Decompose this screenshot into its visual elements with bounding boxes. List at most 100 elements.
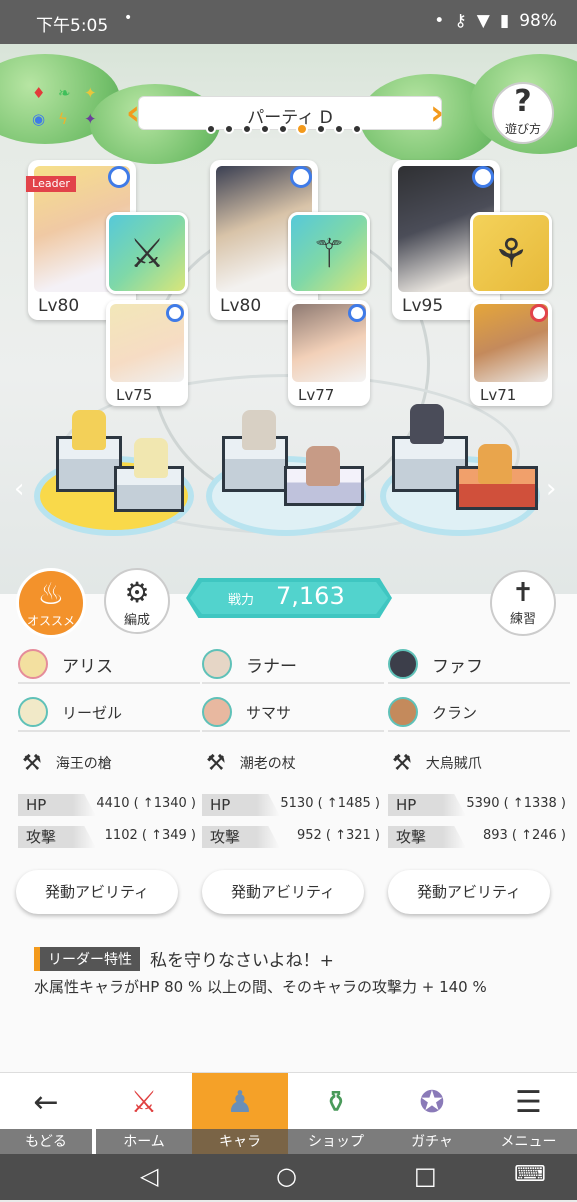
weapon-row[interactable]: ⚒ 海王の槍 xyxy=(18,742,200,784)
character-sprite xyxy=(478,444,512,484)
water-badge-icon xyxy=(108,166,130,188)
atk-label: 攻撃 xyxy=(388,826,466,848)
weapon-slot-2[interactable]: ⚚ xyxy=(288,212,370,294)
page-dot[interactable] xyxy=(334,124,344,134)
ability-button-3[interactable]: 発動アビリティ xyxy=(388,870,550,914)
page-dot[interactable] xyxy=(206,124,216,134)
main-name: ラナー xyxy=(246,656,297,677)
weapon-row[interactable]: ⚒ 潮老の杖 xyxy=(202,742,384,784)
sub-name: サマサ xyxy=(246,703,292,722)
character-sprite xyxy=(72,410,106,450)
battery-icon: ▮ xyxy=(499,11,510,31)
sub-character-card-3[interactable]: Lv71 xyxy=(470,300,552,406)
atk-stat: 攻撃 893 ( ↑246 ) xyxy=(388,826,570,848)
avatar xyxy=(388,649,418,679)
atk-stat: 攻撃 952 ( ↑321 ) xyxy=(202,826,384,848)
sub-name-row[interactable]: リーゼル xyxy=(18,694,200,732)
main-name-row[interactable]: アリス xyxy=(18,646,200,684)
recommend-label: オススメ xyxy=(26,614,75,628)
question-icon: ? xyxy=(514,84,532,119)
leader-skill-name: 私を守りなさいよね！+ xyxy=(150,951,334,971)
character-sprite xyxy=(134,438,168,478)
sub-name-row[interactable]: クラン xyxy=(388,694,570,732)
sub-name: リーゼル xyxy=(62,703,123,722)
page-dot[interactable] xyxy=(278,124,288,134)
power-display: 戦力 7,163 xyxy=(186,578,392,618)
wind-element-icon: ❧ xyxy=(58,84,71,102)
weapon-name: 海王の槍 xyxy=(55,756,112,772)
page-dot[interactable] xyxy=(242,124,252,134)
practice-button[interactable]: ✝ 練習 xyxy=(490,570,556,636)
light-element-icon: ✦ xyxy=(84,84,97,102)
water-element-icon: ◉ xyxy=(32,110,46,128)
fire-badge-icon xyxy=(530,304,548,322)
ability-button-1[interactable]: 発動アビリティ xyxy=(16,870,178,914)
leader-skill: リーダー特性 私を守りなさいよね！+ xyxy=(34,946,334,971)
dark-element-icon: ✦ xyxy=(84,110,97,128)
menu-icon: ☰ xyxy=(515,1085,542,1120)
water-badge-icon xyxy=(472,166,494,188)
recommend-icon: ♨ xyxy=(37,577,65,612)
key-icon: ⚷ xyxy=(454,11,467,31)
scroll-left-icon[interactable]: ‹ xyxy=(14,474,24,504)
avatar xyxy=(202,649,232,679)
system-home-icon[interactable]: ○ xyxy=(276,1162,297,1190)
formation-button[interactable]: ⚙ 編成 xyxy=(104,568,170,634)
weapon-icon: ⚒ xyxy=(206,750,226,776)
hp-stat: HP 5130 ( ↑1485 ) xyxy=(202,794,384,816)
weapon-icon: ⚒ xyxy=(22,750,42,776)
leader-tag: Leader xyxy=(26,176,76,192)
atk-value: 893 ( ↑246 ) xyxy=(482,828,566,843)
main-name-row[interactable]: ファフ xyxy=(388,646,570,684)
character-column-1: アリス リーゼル ⚒ 海王の槍 HP 4410 ( ↑1340 ) 攻撃 1102 (… xyxy=(18,646,200,848)
main-name-row[interactable]: ラナー xyxy=(202,646,384,684)
power-value: 7,163 xyxy=(276,582,345,610)
hp-stat: HP 5390 ( ↑1338 ) xyxy=(388,794,570,816)
spear-icon: ⚔ xyxy=(129,231,165,277)
claw-icon: ⚘ xyxy=(493,231,529,277)
page-dot[interactable] xyxy=(352,124,362,134)
weapon-slot-1[interactable]: ⚔ xyxy=(106,212,188,294)
page-dot[interactable] xyxy=(260,124,270,134)
help-button[interactable]: ? 遊び方 xyxy=(492,82,554,144)
avatar xyxy=(18,649,48,679)
water-badge-icon xyxy=(166,304,184,322)
back-arrow-icon: ← xyxy=(33,1085,59,1120)
atk-stat: 攻撃 1102 ( ↑349 ) xyxy=(18,826,200,848)
leader-skill-description: 水属性キャラがHP 80 % 以上の間、そのキャラの攻撃力 + 140 % xyxy=(34,978,487,996)
hp-label: HP xyxy=(388,794,466,816)
character-sprite xyxy=(242,410,276,450)
practice-label: 練習 xyxy=(509,612,536,627)
element-icons[interactable]: ♦ ❧ ✦ ◉ ϟ ✦ xyxy=(28,82,106,136)
sub-name-row[interactable]: サマサ xyxy=(202,694,384,732)
sub-level: Lv77 xyxy=(298,386,335,404)
avatar xyxy=(18,697,48,727)
weapon-slot-3[interactable]: ⚘ xyxy=(470,212,552,294)
character-sprite xyxy=(410,404,444,444)
gamepad-icon[interactable]: ⌨ xyxy=(514,1162,546,1187)
atk-label: 攻撃 xyxy=(18,826,96,848)
page-dot-active[interactable] xyxy=(296,123,308,135)
scroll-right-icon[interactable]: › xyxy=(546,474,556,504)
page-dot[interactable] xyxy=(316,124,326,134)
status-bar: 下午5:05 • • ⚷ ▼ ▮ 98% xyxy=(0,0,577,44)
hp-stat: HP 4410 ( ↑1340 ) xyxy=(18,794,200,816)
main-name: アリス xyxy=(62,656,113,677)
formation-label: 編成 xyxy=(123,613,150,628)
hp-label: HP xyxy=(202,794,280,816)
system-back-icon[interactable]: ◁ xyxy=(140,1162,158,1190)
recommend-button[interactable]: ♨ オススメ xyxy=(16,568,86,638)
ability-button-2[interactable]: 発動アビリティ xyxy=(202,870,364,914)
sub-character-card-1[interactable]: Lv75 xyxy=(106,300,188,406)
next-party-button[interactable]: › xyxy=(430,94,448,132)
shop-icon: ⚱ xyxy=(323,1085,349,1120)
page-dot[interactable] xyxy=(224,124,234,134)
atk-value: 1102 ( ↑349 ) xyxy=(104,828,196,843)
sub-level: Lv71 xyxy=(480,386,517,404)
avatar xyxy=(388,697,418,727)
system-recents-icon[interactable]: □ xyxy=(414,1162,437,1190)
character-level: Lv80 xyxy=(38,296,80,316)
sub-character-card-2[interactable]: Lv77 xyxy=(288,300,370,406)
weapon-row[interactable]: ⚒ 大烏賊爪 xyxy=(388,742,570,784)
thunder-element-icon: ϟ xyxy=(58,110,68,128)
